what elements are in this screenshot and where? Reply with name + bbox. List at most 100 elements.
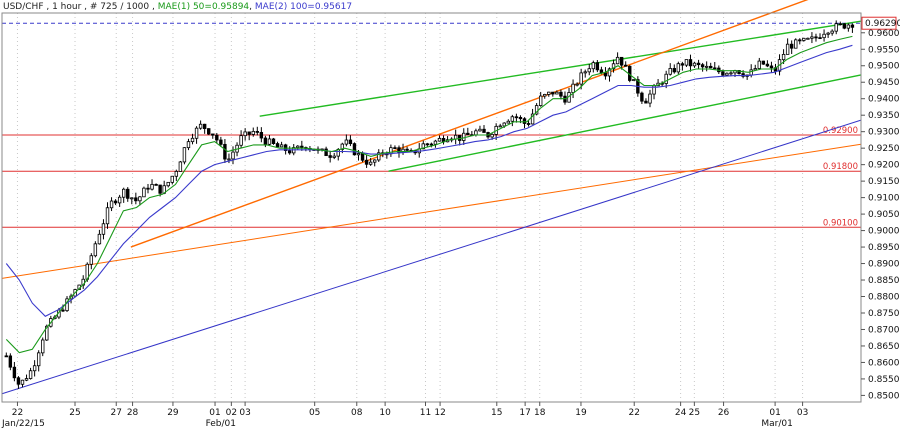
candle-down: [672, 68, 676, 73]
candle-up: [194, 127, 199, 139]
candle-up: [20, 379, 25, 385]
y-tick-label: 0.95000: [868, 62, 900, 72]
x-tick-label: 08: [351, 408, 363, 418]
candle-down: [644, 100, 648, 104]
candle-up: [28, 370, 33, 379]
x-tick-label: 11: [420, 408, 431, 418]
price-chart: 0.929000.918000.901000.96290 0.960000.95…: [0, 0, 900, 429]
candle-down: [700, 64, 705, 68]
candle-up: [547, 91, 551, 95]
y-tick-label: 0.94500: [868, 78, 900, 88]
candle-up: [664, 73, 668, 84]
level-label: 0.90100: [823, 218, 858, 228]
candle-up: [753, 68, 757, 71]
candle-down: [271, 138, 276, 144]
candle-up: [579, 72, 583, 85]
candle-down: [595, 62, 600, 71]
x-tick-label: 03: [239, 408, 250, 418]
candle-up: [36, 352, 41, 367]
candle-up: [356, 153, 361, 156]
candle-up: [757, 60, 761, 69]
candle-up: [105, 207, 110, 225]
candle-down: [688, 59, 693, 67]
candle-down: [429, 143, 434, 146]
candle-down: [348, 139, 353, 145]
candle-up: [632, 79, 636, 81]
candle-up: [571, 83, 575, 93]
candle-up: [170, 175, 174, 183]
candle-down: [514, 116, 519, 119]
candle-down: [16, 377, 21, 385]
candle-down: [518, 116, 523, 120]
candle-down: [202, 123, 207, 130]
candle-up: [198, 123, 203, 129]
y-tick-label: 0.88000: [868, 293, 900, 303]
candle-down: [113, 200, 118, 204]
x-tick-label: 10: [379, 408, 391, 418]
candle-up: [794, 39, 798, 49]
candle-up: [462, 132, 466, 141]
candle-down: [223, 143, 227, 160]
ma2-label: MAE(2) 100=0.95617: [255, 2, 352, 12]
y-tick-label: 0.95500: [868, 45, 900, 55]
candle-up: [296, 145, 300, 148]
x-tick-label: 24: [675, 408, 687, 418]
candle-down: [466, 132, 470, 136]
candle-up: [830, 30, 834, 34]
candle-down: [765, 63, 770, 67]
candle-down: [126, 188, 130, 199]
candle-up: [279, 144, 284, 148]
candle-down: [247, 131, 251, 135]
candle-down: [393, 147, 397, 150]
candle-up: [676, 63, 681, 73]
y-tick-label: 0.96000: [868, 29, 900, 39]
candle-down: [721, 71, 725, 76]
x-tick-label: 22: [12, 408, 23, 418]
y-tick-label: 0.92500: [868, 144, 900, 154]
candle-up: [785, 43, 790, 55]
x-tick-label: 29: [167, 408, 179, 418]
candle-down: [850, 24, 855, 28]
x-tick-label: 25: [69, 408, 80, 418]
candle-up: [781, 53, 786, 61]
current-price-label: 0.96290: [865, 19, 900, 29]
candle-down: [352, 143, 357, 156]
x-tick-label: 02: [226, 408, 237, 418]
candle-up: [97, 233, 102, 245]
x-tick-label: 05: [309, 408, 320, 418]
candle-down: [680, 63, 685, 66]
symbol-label: USD/CHF: [3, 2, 44, 12]
candle-up: [251, 131, 255, 135]
candle-down: [761, 60, 766, 65]
y-tick-label: 0.92000: [868, 161, 900, 171]
candle-down: [818, 37, 822, 40]
candle-down: [158, 184, 162, 194]
y-tick-label: 0.87500: [868, 309, 900, 319]
candle-up: [231, 151, 235, 160]
candle-down: [713, 67, 717, 70]
candle-up: [227, 158, 231, 161]
candle-up: [166, 181, 170, 187]
candle-down: [4, 355, 8, 358]
y-tick-label: 0.93500: [868, 111, 900, 121]
candle-up: [826, 32, 830, 35]
candle-up: [186, 141, 191, 149]
x-tick-label: 25: [689, 408, 700, 418]
candle-down: [838, 23, 842, 26]
candle-down: [559, 91, 563, 97]
x-tick-label: 15: [491, 408, 502, 418]
candle-down: [360, 153, 365, 161]
y-tick-label: 0.86500: [868, 342, 900, 352]
candle-down: [619, 56, 624, 66]
x-tick-label: 18: [534, 408, 546, 418]
candle-up: [846, 24, 851, 29]
y-tick-label: 0.94000: [868, 95, 900, 105]
candle-down: [482, 128, 486, 133]
candle-up: [32, 365, 37, 372]
ma1-label: MAE(1) 50=0.95894: [158, 2, 250, 12]
candle-down: [324, 148, 328, 157]
candle-up: [506, 120, 510, 124]
candle-up: [834, 23, 838, 32]
candle-down: [61, 309, 65, 312]
candle-up: [822, 33, 826, 39]
